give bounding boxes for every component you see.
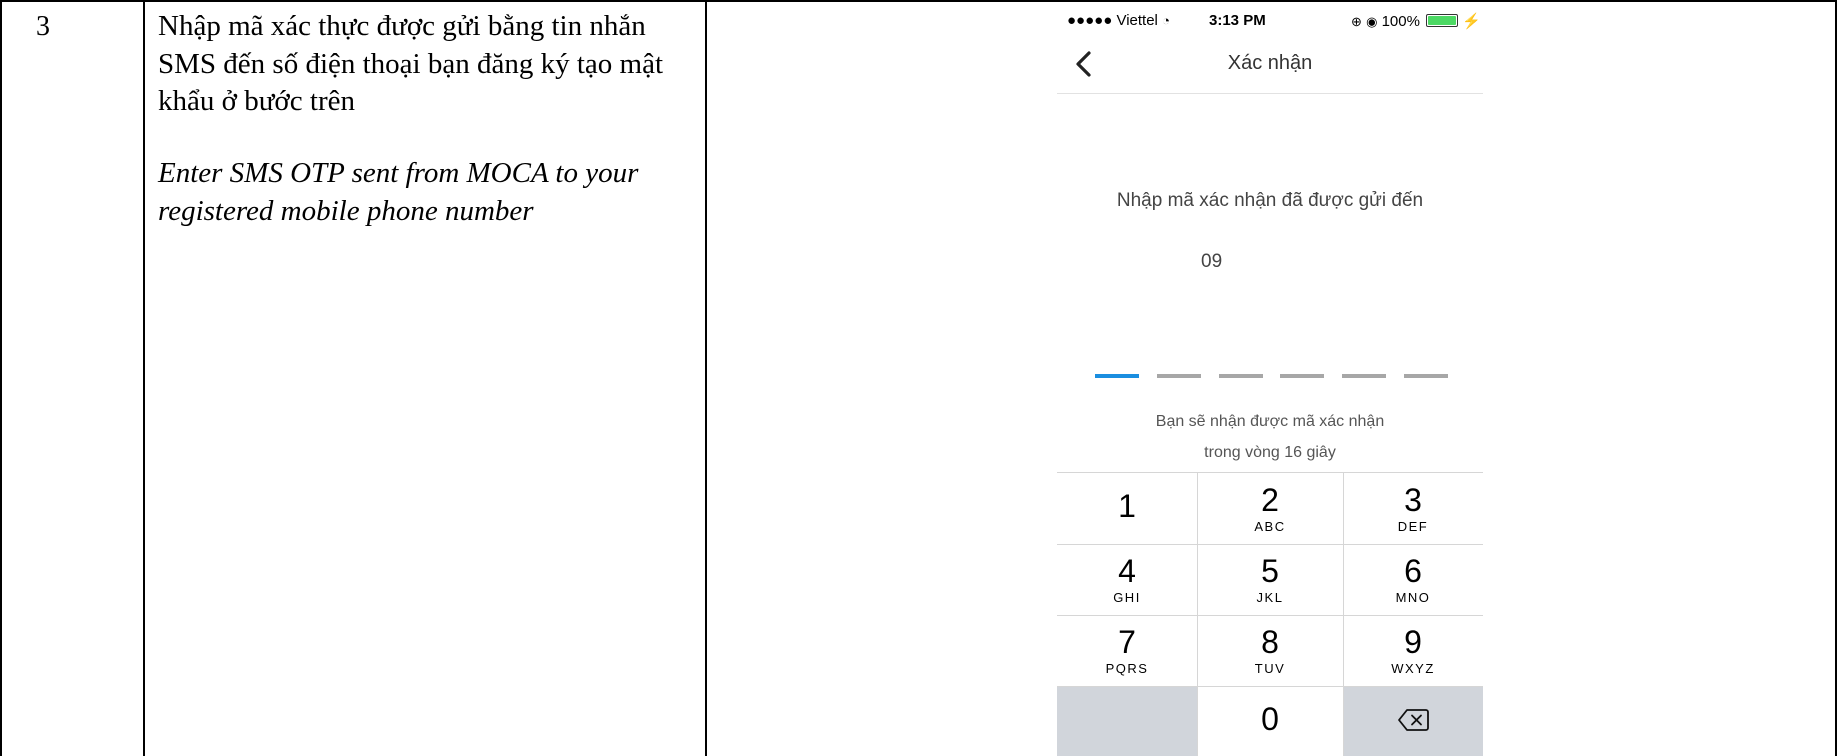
delete-key[interactable] xyxy=(1343,686,1483,756)
backspace-icon xyxy=(1398,709,1429,731)
resend-info: Bạn sẽ nhận được mã xác nhận trong vòng … xyxy=(1057,406,1483,468)
step-description-vi: Nhập mã xác thực được gửi bằng tin nhắn … xyxy=(158,10,664,117)
key-2[interactable]: 2 ABC xyxy=(1197,473,1343,544)
battery-fill xyxy=(1428,16,1457,25)
status-carrier: ●●●●● Viettel ◔ xyxy=(1067,12,1170,29)
key-digit: 0 xyxy=(1261,701,1279,737)
page-title: Xác nhận xyxy=(1227,52,1313,74)
battery-percent: 100% xyxy=(1381,13,1420,30)
step-number: 3 xyxy=(36,11,50,42)
key-0[interactable]: 0 xyxy=(1197,686,1343,756)
key-6[interactable]: 6 MNO xyxy=(1343,544,1483,615)
key-digit: 5 xyxy=(1261,553,1279,589)
key-4[interactable]: 4 GHI xyxy=(1057,544,1197,615)
resend-line-1: Bạn sẽ nhận được mã xác nhận xyxy=(1155,413,1385,430)
nav-bar: Xác nhận xyxy=(1057,42,1483,94)
key-5[interactable]: 5 JKL xyxy=(1197,544,1343,615)
instruction-table: 3 Nhập mã xác thực được gửi bằng tin nhắ… xyxy=(0,0,1837,756)
resend-countdown: trong vòng 16 giây xyxy=(1204,444,1336,461)
key-3[interactable]: 3 DEF xyxy=(1343,473,1483,544)
carrier-label: ●●●●● Viettel xyxy=(1067,12,1158,29)
key-letters: PQRS xyxy=(1105,661,1149,676)
wifi-icon: ◔ xyxy=(1162,13,1170,28)
step-description-en: Enter SMS OTP sent from MOCA to your reg… xyxy=(158,157,639,227)
key-blank xyxy=(1057,686,1197,756)
otp-digit-slot[interactable] xyxy=(1157,374,1201,378)
status-bar: ●●●●● Viettel ◔ 3:13 PM ⊕ ◉ 100% ⚡ xyxy=(1057,2,1483,42)
rotation-lock-icon: ⊕ xyxy=(1351,14,1362,29)
key-digit: 7 xyxy=(1118,624,1136,660)
key-digit: 6 xyxy=(1404,553,1422,589)
key-digit: 8 xyxy=(1261,624,1279,660)
key-9[interactable]: 9 WXYZ xyxy=(1343,615,1483,686)
otp-digit-slot[interactable] xyxy=(1280,374,1324,378)
phone-screenshot: ●●●●● Viettel ◔ 3:13 PM ⊕ ◉ 100% ⚡ Xác n… xyxy=(1057,2,1483,756)
charging-icon: ⚡ xyxy=(1462,13,1481,30)
key-letters: MNO xyxy=(1395,590,1431,605)
key-letters: ABC xyxy=(1254,519,1286,534)
status-right-group: ⊕ ◉ 100% ⚡ xyxy=(1351,12,1481,30)
battery-icon xyxy=(1426,14,1459,27)
otp-digit-slot[interactable] xyxy=(1342,374,1386,378)
table-border-col1 xyxy=(143,0,145,756)
key-digit: 2 xyxy=(1261,482,1279,518)
phone-number: 09 xyxy=(1201,251,1223,272)
key-digit: 3 xyxy=(1404,482,1422,518)
numeric-keypad: 1 2 ABC 3 DEF 4 GHI 5 JKL 6 MNO 7 PQRS 8 xyxy=(1057,472,1483,756)
table-top-border xyxy=(0,0,1837,2)
key-letters: JKL xyxy=(1256,590,1284,605)
table-border-left xyxy=(0,0,2,756)
key-digit: 9 xyxy=(1404,624,1422,660)
key-digit: 4 xyxy=(1118,553,1136,589)
key-letters: WXYZ xyxy=(1391,661,1435,676)
keypad-divider xyxy=(1057,544,1483,545)
key-letters: TUV xyxy=(1254,661,1286,676)
key-8[interactable]: 8 TUV xyxy=(1197,615,1343,686)
otp-prompt: Nhập mã xác nhận đã được gửi đến xyxy=(1116,190,1424,211)
key-letters: DEF xyxy=(1397,519,1429,534)
key-1[interactable]: 1 xyxy=(1057,473,1197,544)
otp-digit-slot[interactable] xyxy=(1095,374,1139,378)
alarm-icon: ◉ xyxy=(1366,14,1378,29)
otp-digit-slot[interactable] xyxy=(1404,374,1448,378)
key-7[interactable]: 7 PQRS xyxy=(1057,615,1197,686)
otp-digit-slot[interactable] xyxy=(1219,374,1263,378)
status-time: 3:13 PM xyxy=(1209,12,1266,29)
keypad-divider xyxy=(1057,615,1483,616)
keypad-divider xyxy=(1057,686,1483,687)
key-letters: GHI xyxy=(1113,590,1141,605)
key-digit: 1 xyxy=(1118,488,1136,524)
